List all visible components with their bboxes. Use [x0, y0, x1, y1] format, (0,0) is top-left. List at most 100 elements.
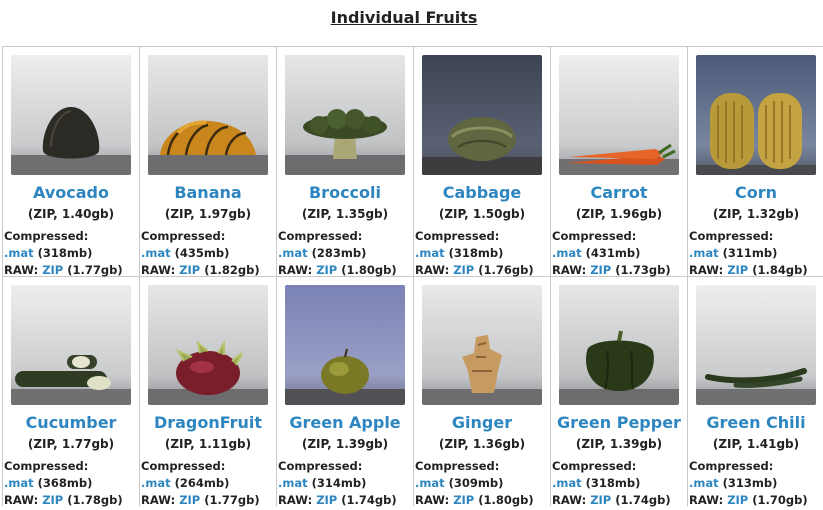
cucumber-thumbnail[interactable]: [11, 285, 131, 405]
fruit-cell: Broccoli (ZIP, 1.35gb) Compressed: .mat …: [276, 46, 414, 279]
raw-zip-link[interactable]: ZIP: [727, 493, 748, 507]
fruit-name-link[interactable]: Avocado: [3, 183, 139, 202]
fruit-name-link[interactable]: Banana: [140, 183, 276, 202]
download-info: Compressed: .mat (283mb) RAW: ZIP (1.80g…: [278, 228, 397, 279]
mat-link[interactable]: .mat: [552, 476, 582, 490]
download-info: Compressed: .mat (311mb) RAW: ZIP (1.84g…: [689, 228, 808, 279]
fruit-cell: DragonFruit (ZIP, 1.11gb) Compressed: .m…: [139, 276, 277, 507]
broccoli-image: [285, 55, 405, 175]
dragonfruit-image: [148, 285, 268, 405]
fruit-name-link[interactable]: Cabbage: [414, 183, 550, 202]
raw-size: (1.74gb): [615, 493, 671, 507]
raw-label: RAW:: [552, 263, 587, 277]
fruit-cell: Corn (ZIP, 1.32gb) Compressed: .mat (311…: [687, 46, 823, 279]
fruit-cell: Green Apple (ZIP, 1.39gb) Compressed: .m…: [276, 276, 414, 509]
banana-thumbnail[interactable]: [148, 55, 268, 175]
mat-link[interactable]: .mat: [689, 476, 719, 490]
download-info: Compressed: .mat (314mb) RAW: ZIP (1.74g…: [278, 458, 397, 509]
fruit-name-link[interactable]: Corn: [688, 183, 823, 202]
raw-zip-link[interactable]: ZIP: [42, 263, 63, 277]
mat-link[interactable]: .mat: [4, 476, 34, 490]
fruit-name-link[interactable]: Green Pepper: [551, 413, 687, 432]
raw-zip-link[interactable]: ZIP: [179, 493, 200, 507]
mat-size: (318mb): [37, 246, 93, 260]
raw-zip-link[interactable]: ZIP: [590, 263, 611, 277]
carrot-thumbnail[interactable]: [559, 55, 679, 175]
raw-label: RAW:: [141, 263, 176, 277]
compressed-label: Compressed:: [689, 459, 774, 473]
raw-label: RAW:: [415, 263, 450, 277]
fruit-name-link[interactable]: Green Apple: [277, 413, 413, 432]
raw-zip-link[interactable]: ZIP: [179, 263, 200, 277]
mat-link[interactable]: .mat: [278, 476, 308, 490]
banana-image: [148, 55, 268, 175]
raw-size: (1.77gb): [67, 263, 123, 277]
raw-label: RAW:: [552, 493, 587, 507]
corn-thumbnail[interactable]: [696, 55, 816, 175]
dragonfruit-thumbnail[interactable]: [148, 285, 268, 405]
raw-size: (1.84gb): [752, 263, 808, 277]
download-info: Compressed: .mat (318mb) RAW: ZIP (1.77g…: [4, 228, 123, 279]
compressed-label: Compressed:: [278, 229, 363, 243]
broccoli-thumbnail[interactable]: [285, 55, 405, 175]
compressed-label: Compressed:: [4, 459, 89, 473]
fruit-name-link[interactable]: Cucumber: [3, 413, 139, 432]
cabbage-thumbnail[interactable]: [422, 55, 542, 175]
mat-link[interactable]: .mat: [278, 246, 308, 260]
mat-link[interactable]: .mat: [552, 246, 582, 260]
fruit-cell: Banana (ZIP, 1.97gb) Compressed: .mat (4…: [139, 46, 277, 279]
mat-size: (431mb): [585, 246, 641, 260]
mat-size: (318mb): [448, 246, 504, 260]
fruit-name-link[interactable]: Broccoli: [277, 183, 413, 202]
mat-size: (313mb): [722, 476, 778, 490]
raw-zip-link[interactable]: ZIP: [453, 263, 474, 277]
corn-image: [696, 55, 816, 175]
fruit-name-link[interactable]: Ginger: [414, 413, 550, 432]
mat-link[interactable]: .mat: [415, 476, 445, 490]
green-chili-thumbnail[interactable]: [696, 285, 816, 405]
mat-link[interactable]: .mat: [4, 246, 34, 260]
zip-size: (ZIP, 1.96gb): [575, 207, 663, 221]
fruit-name-link[interactable]: Carrot: [551, 183, 687, 202]
avocado-thumbnail[interactable]: [11, 55, 131, 175]
zip-size: (ZIP, 1.39gb): [575, 437, 663, 451]
compressed-label: Compressed:: [415, 229, 500, 243]
zip-size: (ZIP, 1.50gb): [438, 207, 526, 221]
zip-size: (ZIP, 1.36gb): [438, 437, 526, 451]
mat-link[interactable]: .mat: [141, 246, 171, 260]
zip-size: (ZIP, 1.77gb): [27, 437, 115, 451]
raw-zip-link[interactable]: ZIP: [453, 493, 474, 507]
raw-zip-link[interactable]: ZIP: [316, 263, 337, 277]
mat-size: (283mb): [311, 246, 367, 260]
compressed-label: Compressed:: [141, 229, 226, 243]
mat-size: (318mb): [585, 476, 641, 490]
zip-size: (ZIP, 1.41gb): [712, 437, 800, 451]
fruit-name-link[interactable]: DragonFruit: [140, 413, 276, 432]
green-pepper-thumbnail[interactable]: [559, 285, 679, 405]
zip-size: (ZIP, 1.39gb): [301, 437, 389, 451]
raw-zip-link[interactable]: ZIP: [590, 493, 611, 507]
mat-size: (314mb): [311, 476, 367, 490]
mat-link[interactable]: .mat: [689, 246, 719, 260]
mat-link[interactable]: .mat: [415, 246, 445, 260]
raw-label: RAW:: [4, 493, 39, 507]
mat-size: (435mb): [174, 246, 230, 260]
page-title: Individual Fruits: [330, 8, 478, 27]
fruit-cell: Green Pepper (ZIP, 1.39gb) Compressed: .…: [550, 276, 688, 507]
ginger-thumbnail[interactable]: [422, 285, 542, 405]
raw-zip-link[interactable]: ZIP: [42, 493, 63, 507]
compressed-label: Compressed:: [141, 459, 226, 473]
zip-size: (ZIP, 1.40gb): [27, 207, 115, 221]
compressed-label: Compressed:: [278, 459, 363, 473]
download-info: Compressed: .mat (435mb) RAW: ZIP (1.82g…: [141, 228, 260, 279]
mat-link[interactable]: .mat: [141, 476, 171, 490]
mat-size: (309mb): [448, 476, 504, 490]
raw-zip-link[interactable]: ZIP: [727, 263, 748, 277]
download-info: Compressed: .mat (318mb) RAW: ZIP (1.76g…: [415, 228, 534, 279]
download-info: Compressed: .mat (368mb) RAW: ZIP (1.78g…: [4, 458, 123, 509]
download-info: Compressed: .mat (313mb) RAW: ZIP (1.70g…: [689, 458, 808, 509]
raw-zip-link[interactable]: ZIP: [316, 493, 337, 507]
fruit-name-link[interactable]: Green Chili: [688, 413, 823, 432]
raw-size: (1.74gb): [341, 493, 397, 507]
green-apple-thumbnail[interactable]: [285, 285, 405, 405]
